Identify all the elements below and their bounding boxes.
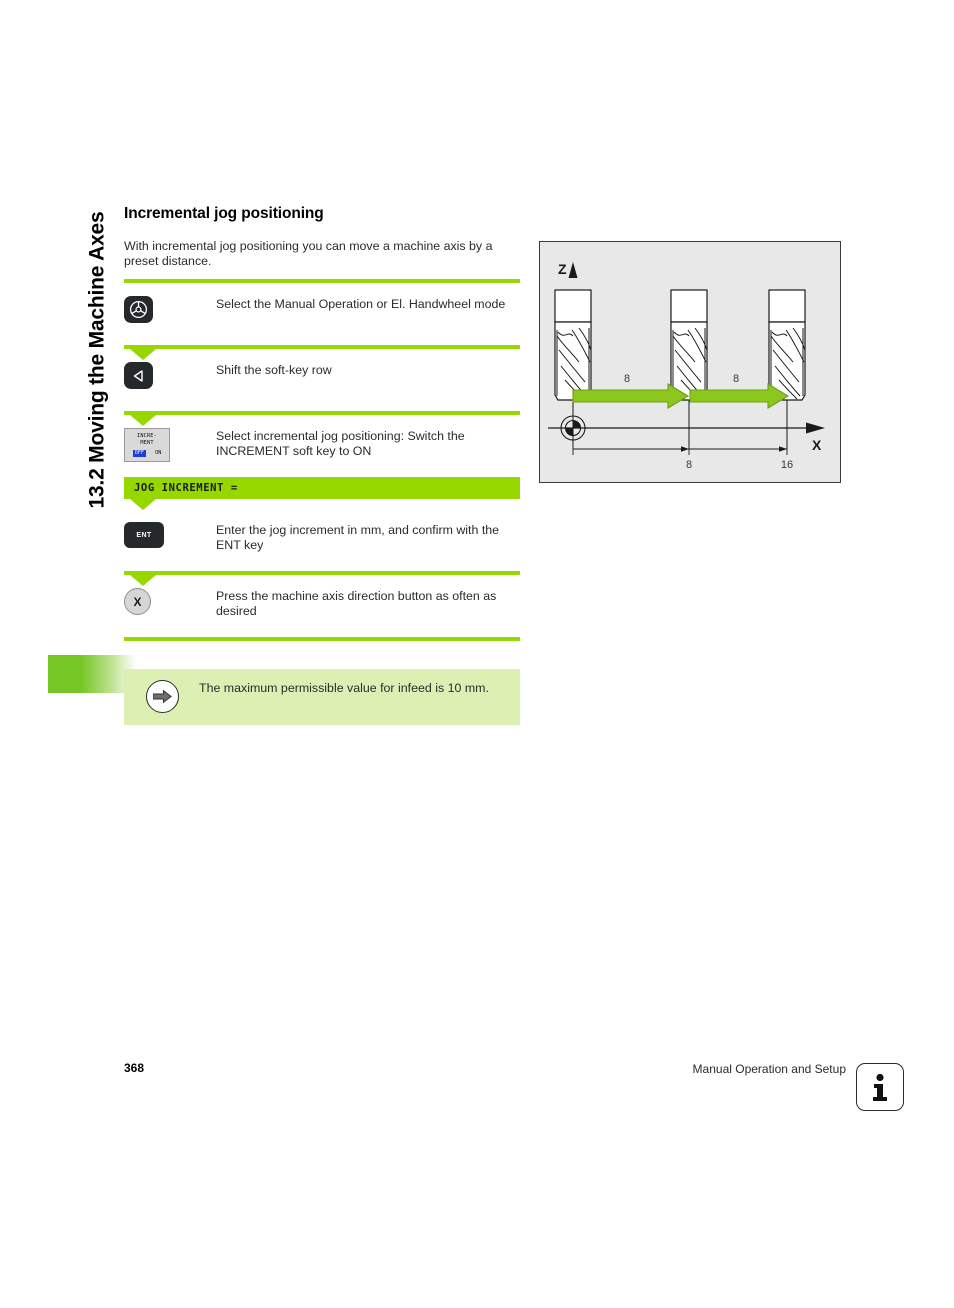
axis-direction-button[interactable]: X (124, 588, 151, 615)
info-icon (856, 1063, 904, 1111)
increment-softkey[interactable]: INCRE- MENT OFF ON (124, 428, 170, 462)
step-row-4: ENT Enter the jog increment in mm, and c… (124, 499, 520, 571)
chapter-sidebar-title: 13.2 Moving the Machine Axes (78, 195, 118, 525)
page-edge-tab (48, 655, 136, 693)
step-key-cell-3: INCRE- MENT OFF ON (124, 427, 216, 462)
intro-paragraph: With incremental jog positioning you can… (124, 239, 493, 268)
ent-key[interactable]: ENT (124, 522, 164, 548)
page-title: Incremental jog positioning (124, 205, 324, 222)
softkey-on-state[interactable]: ON (155, 450, 161, 457)
chapter-sidebar-title-text: 13.2 Moving the Machine Axes (86, 211, 110, 509)
svg-text:X: X (812, 437, 822, 453)
step-text-2: Shift the soft-key row (216, 363, 332, 377)
step-divider-1 (124, 279, 520, 283)
step-text-5: Press the machine axis direction button … (216, 589, 497, 618)
arrow-right-icon (146, 680, 179, 713)
step-row-3: INCRE- MENT OFF ON Select incremental jo… (124, 415, 520, 477)
step-key-cell-5: X (124, 587, 216, 615)
axis-direction-button-label: X (133, 594, 142, 609)
step-text-3: Select incremental jog positioning: Swit… (216, 429, 465, 458)
svg-text:8: 8 (733, 373, 739, 385)
jog-increment-dialog-bar: JOG INCREMENT = (124, 477, 520, 510)
jog-increment-dialog-text: JOG INCREMENT = (134, 482, 238, 494)
main-content: Incremental jog positioning With increme… (124, 205, 520, 725)
step-key-cell-1 (124, 295, 216, 323)
step-row-2: Shift the soft-key row (124, 349, 520, 411)
note-callout: The maximum permissible value for infeed… (124, 669, 520, 725)
svg-text:8: 8 (686, 459, 692, 471)
softkey-off-state[interactable]: OFF (132, 449, 146, 457)
ent-key-label: ENT (136, 531, 152, 539)
step-row-1: Select the Manual Operation or El. Handw… (124, 283, 520, 345)
step-key-cell-2 (124, 361, 216, 389)
svg-text:Z: Z (558, 261, 567, 277)
step-divider-3 (124, 411, 520, 426)
note-text: The maximum permissible value for infeed… (199, 681, 489, 695)
svg-text:8: 8 (624, 373, 630, 385)
step-divider-2 (124, 345, 520, 360)
softkey-line-2: MENT (140, 440, 154, 447)
step-text-4: Enter the jog increment in mm, and confi… (216, 523, 500, 552)
footer-page-number: 368 (124, 1061, 145, 1075)
footer-section-label: Manual Operation and Setup (692, 1062, 846, 1076)
step-row-5: X Press the machine axis direction butto… (124, 575, 520, 637)
step-divider-end (124, 637, 520, 641)
step-divider-5 (124, 571, 520, 586)
softkey-line-1: INCRE- (137, 433, 157, 440)
softkey-states: OFF ON (125, 449, 169, 457)
handwheel-icon[interactable] (124, 296, 153, 323)
svg-text:16: 16 (781, 459, 793, 471)
step-key-cell-4: ENT (124, 521, 216, 548)
step-text-1: Select the Manual Operation or El. Handw… (216, 297, 506, 311)
left-triangle-icon[interactable] (124, 362, 153, 389)
incremental-jog-diagram: Z 8 8 X 8 16 (539, 241, 841, 483)
